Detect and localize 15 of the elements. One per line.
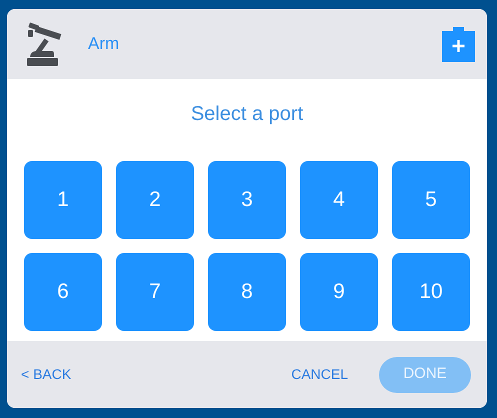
add-battery-icon[interactable] bbox=[442, 26, 475, 62]
port-button[interactable]: 7 bbox=[116, 253, 194, 331]
port-button[interactable]: 4 bbox=[300, 161, 378, 239]
port-button[interactable]: 10 bbox=[392, 253, 470, 331]
port-button[interactable]: 8 bbox=[208, 253, 286, 331]
back-button[interactable]: < BACK bbox=[21, 364, 72, 385]
prompt-text: Select a port bbox=[190, 102, 304, 127]
port-button[interactable]: 1 bbox=[24, 161, 102, 239]
port-button[interactable]: 6 bbox=[24, 253, 102, 331]
port-button[interactable]: 2 bbox=[116, 161, 194, 239]
cancel-button[interactable]: CANCEL bbox=[291, 364, 348, 385]
port-button[interactable]: 3 bbox=[208, 161, 286, 239]
port-button[interactable]: 9 bbox=[300, 253, 378, 331]
port-button[interactable]: 5 bbox=[392, 161, 470, 239]
device-title: Arm bbox=[88, 33, 120, 56]
